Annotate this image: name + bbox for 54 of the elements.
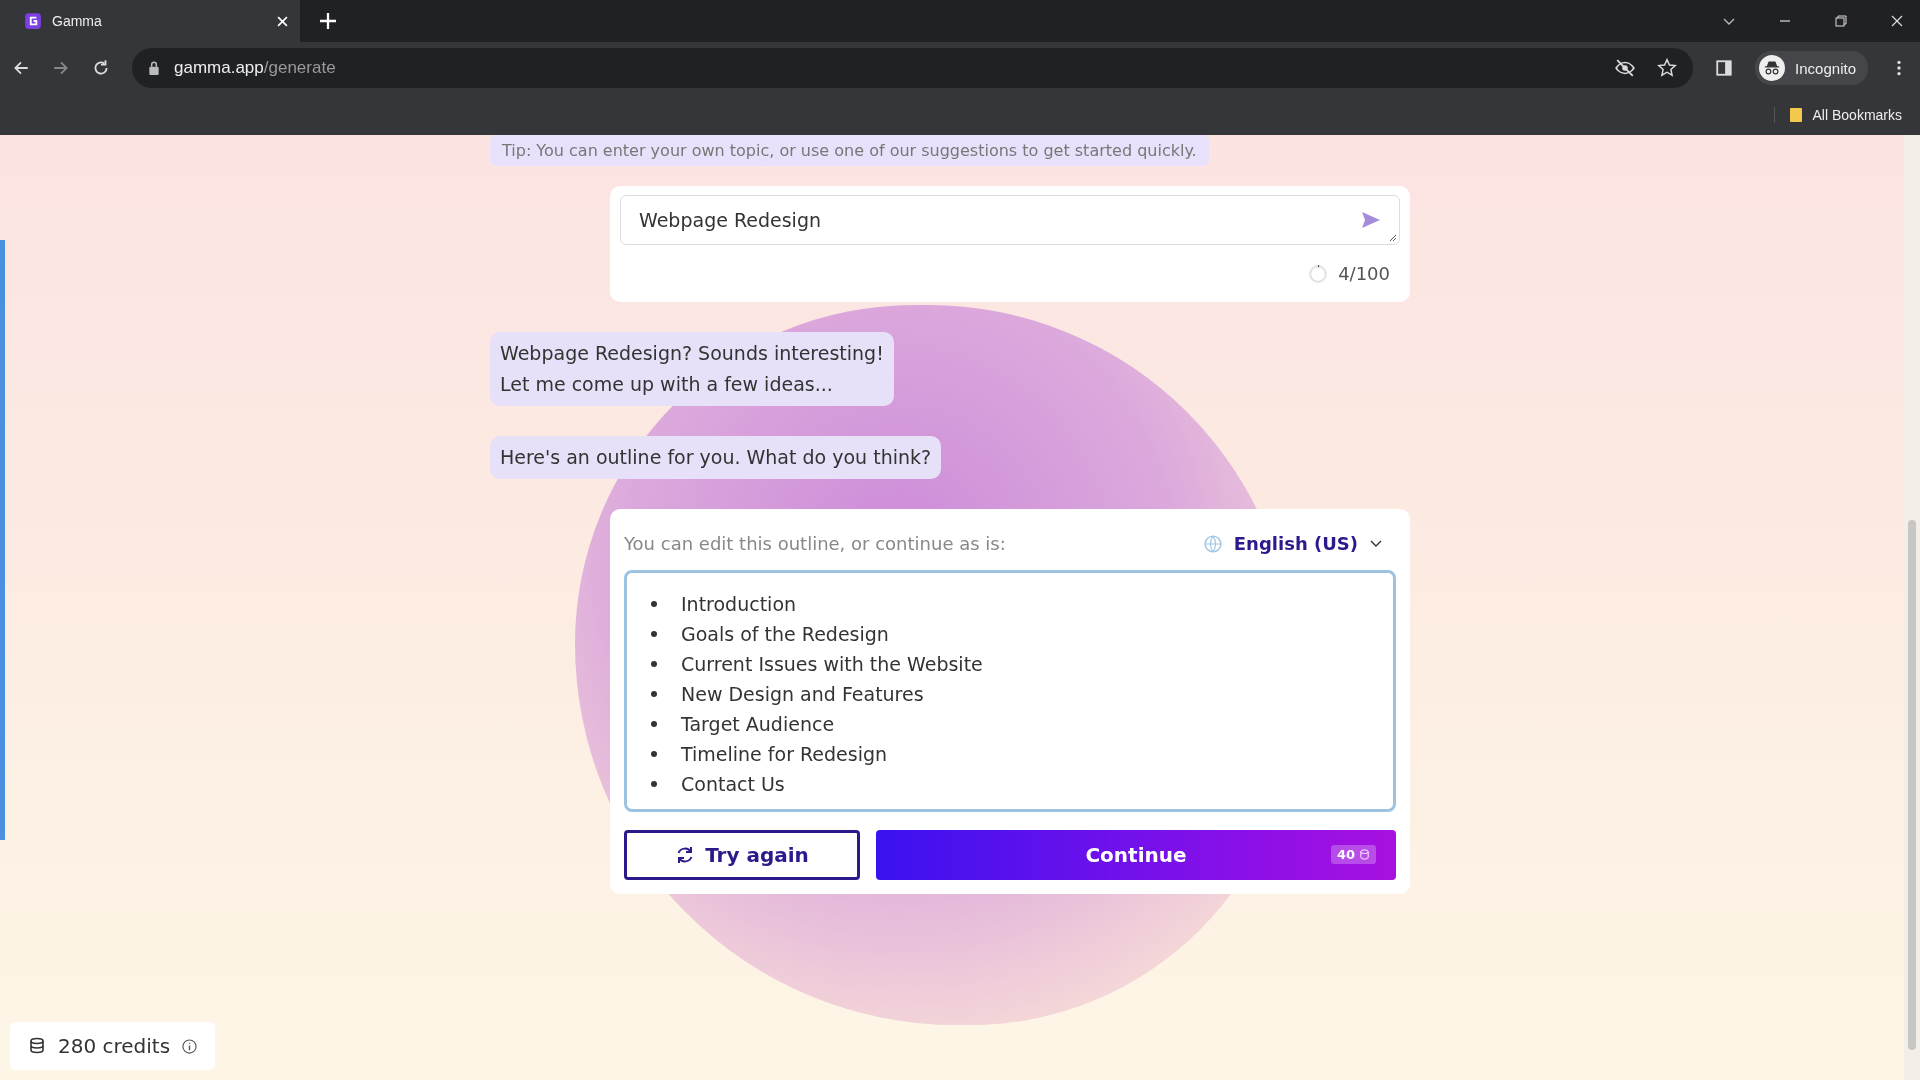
coins-icon	[1359, 849, 1370, 860]
bullet-icon	[651, 601, 657, 607]
outline-hint: You can edit this outline, or continue as is:	[624, 533, 1006, 554]
send-icon[interactable]	[1361, 211, 1381, 229]
credit-cost-badge: 40	[1330, 845, 1376, 864]
address-bar[interactable]: gamma.app/generate	[132, 48, 1694, 88]
globe-icon	[1203, 534, 1222, 553]
forward-icon[interactable]	[52, 59, 70, 77]
incognito-icon	[1759, 55, 1786, 81]
tab-title: Gamma	[52, 13, 103, 29]
lock-icon	[148, 61, 160, 75]
bullet-icon	[651, 691, 657, 697]
reload-icon[interactable]	[92, 59, 110, 77]
star-icon[interactable]	[1657, 58, 1678, 78]
topic-input-field[interactable]: Webpage Redesign	[620, 195, 1400, 245]
character-counter: 4/100	[1338, 263, 1390, 284]
back-icon[interactable]	[12, 59, 30, 77]
bullet-icon	[651, 721, 657, 727]
info-icon[interactable]	[182, 1038, 198, 1054]
side-panel-icon[interactable]	[1715, 59, 1734, 77]
credits-count: 280 credits	[58, 1034, 171, 1058]
eye-slash-icon[interactable]	[1615, 58, 1636, 78]
chevron-down-icon	[1370, 539, 1382, 548]
outline-item: New Design and Features	[681, 683, 924, 705]
restore-icon[interactable]	[1834, 14, 1848, 28]
new-tab-icon[interactable]	[320, 13, 336, 29]
bullet-icon	[651, 751, 657, 757]
continue-button[interactable]: Continue 40	[876, 830, 1396, 880]
outline-item: Introduction	[681, 593, 797, 615]
progress-ring-icon	[1308, 263, 1329, 284]
outline-item: Contact Us	[681, 773, 785, 795]
language-dropdown[interactable]: English (US)	[1203, 533, 1396, 554]
bullet-icon	[651, 631, 657, 637]
chat-message: Here's an outline for you. What do you think?	[490, 436, 942, 479]
coins-icon	[28, 1037, 46, 1055]
close-window-icon[interactable]	[1890, 14, 1904, 28]
url-text: gamma.app/generate	[174, 58, 336, 78]
outline-item: Goals of the Redesign	[681, 623, 889, 645]
bullet-icon	[651, 781, 657, 787]
bullet-icon	[651, 661, 657, 667]
outline-item: Target Audience	[681, 713, 835, 735]
close-icon[interactable]	[277, 15, 288, 27]
all-bookmarks-link[interactable]: All Bookmarks	[1773, 106, 1902, 123]
browser-tab[interactable]: Gamma	[0, 0, 300, 42]
folder-icon	[1788, 106, 1803, 123]
outline-editor-field[interactable]: Introduction Goals of the Redesign Current Issues with the Website New Design and Features Target Audience Timeline for Redesign Contact Us	[624, 570, 1396, 812]
chat-message: Webpage Redesign? Sounds interesting! Let me come up with a few ideas...	[490, 332, 894, 406]
incognito-profile-button[interactable]: Incognito	[1755, 51, 1868, 85]
outline-item: Timeline for Redesign	[681, 743, 888, 765]
try-again-button[interactable]: Try again	[624, 830, 860, 880]
app-logo-icon	[24, 12, 42, 30]
outline-item: Current Issues with the Website	[681, 653, 983, 675]
tip-text: Tip: You can enter your own topic, or use one of our suggestions to get started quickly.	[490, 135, 1209, 166]
resize-handle-icon[interactable]	[1389, 234, 1397, 242]
